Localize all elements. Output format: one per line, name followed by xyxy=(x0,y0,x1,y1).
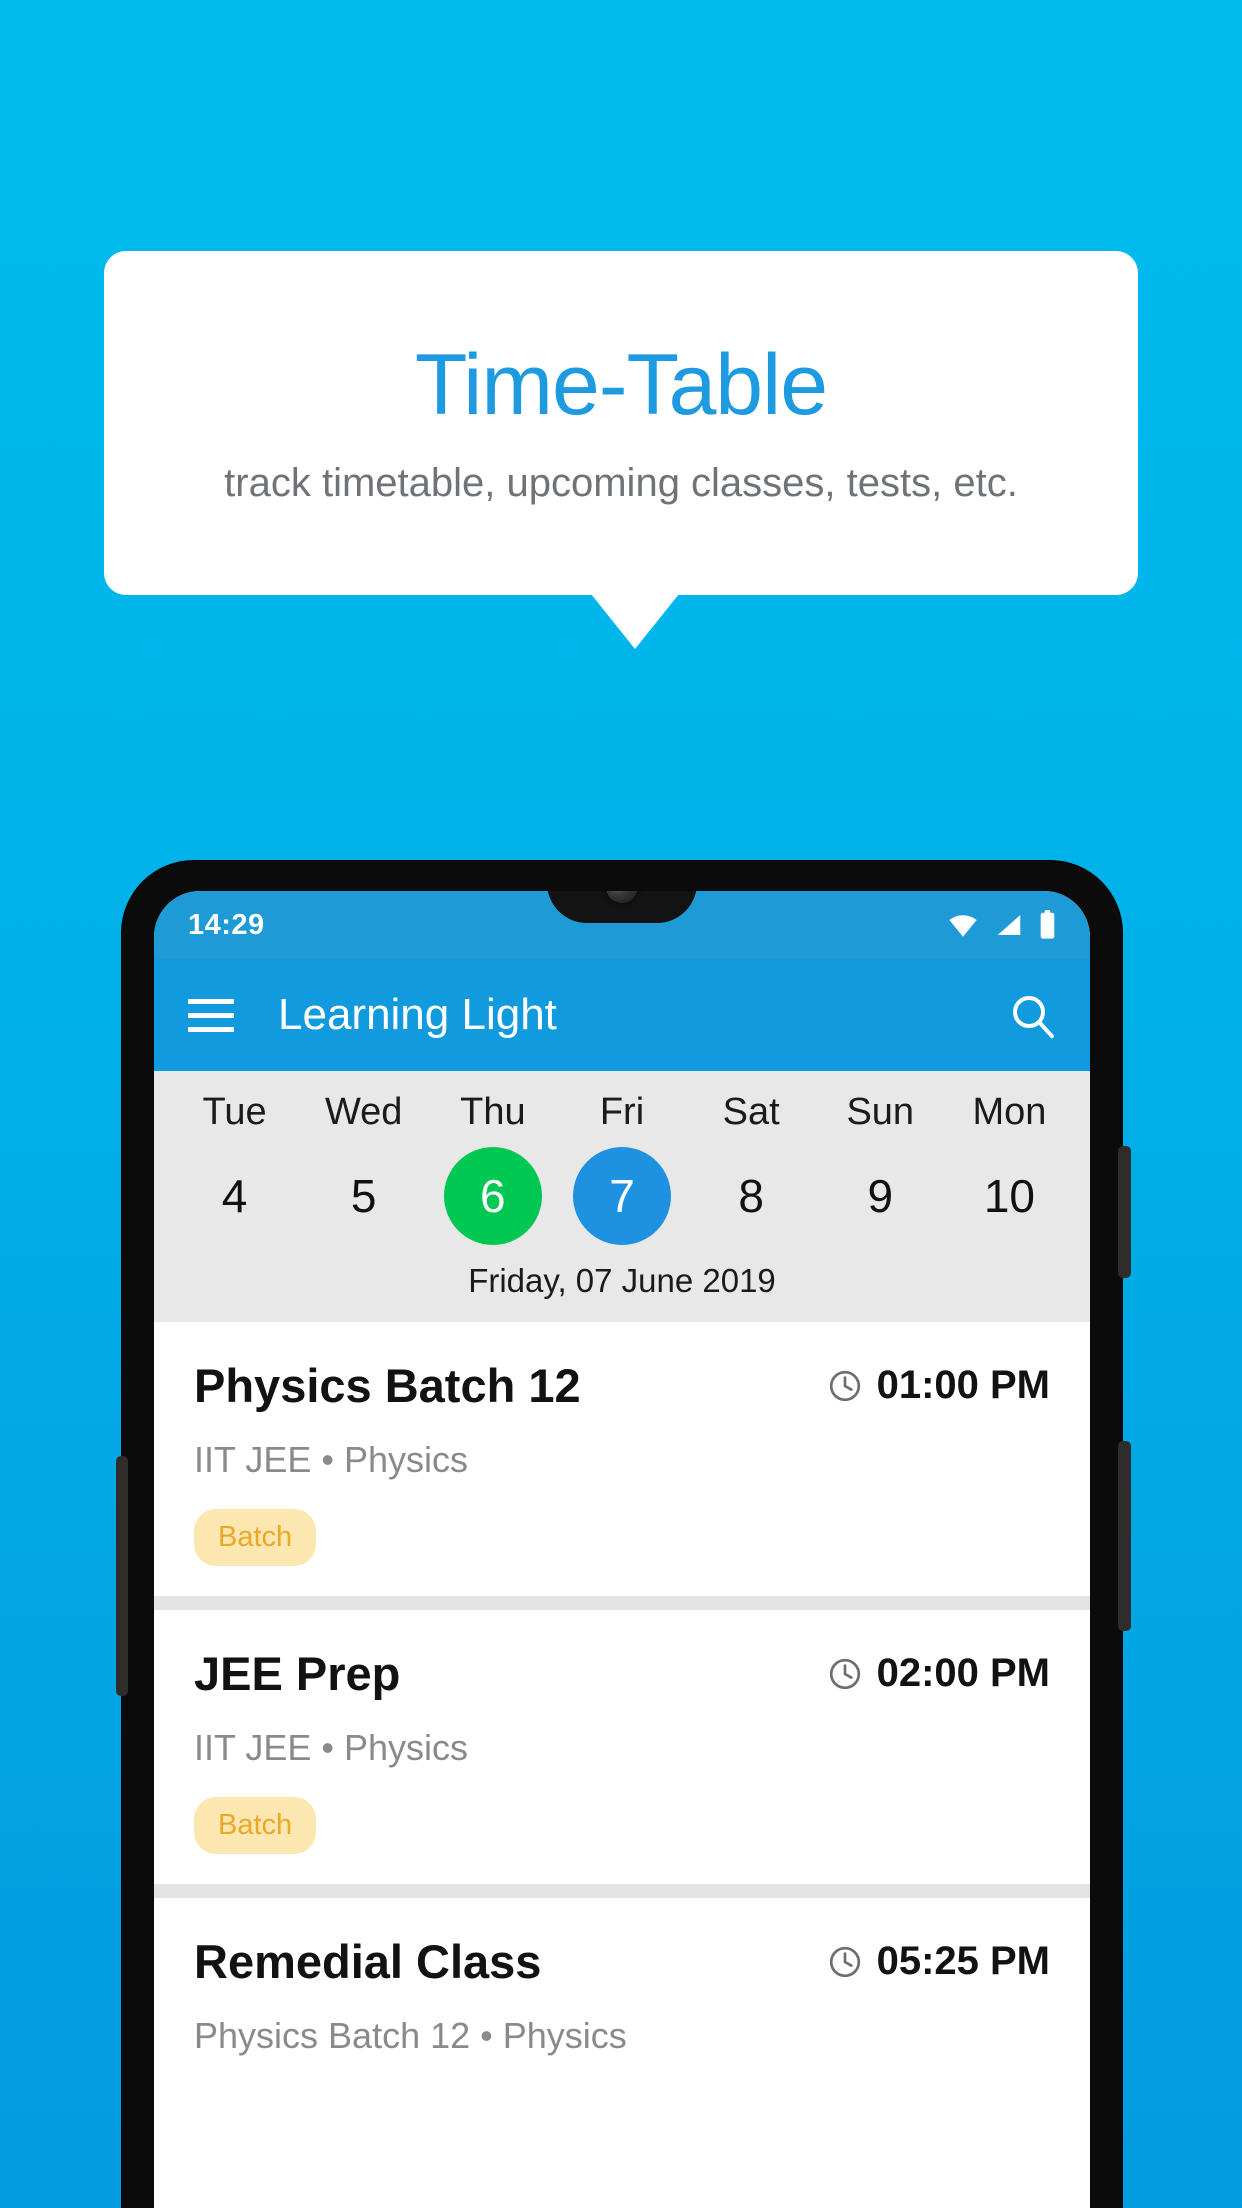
app-title: Learning Light xyxy=(278,990,557,1039)
class-time: 02:00 PM xyxy=(827,1651,1050,1696)
volume-button[interactable] xyxy=(1118,1441,1131,1631)
weekday-label: Mon xyxy=(972,1091,1047,1133)
date-number: 9 xyxy=(867,1170,894,1222)
date-cell[interactable]: 10 xyxy=(945,1144,1074,1248)
weekday-label: Sun xyxy=(846,1091,915,1133)
class-time-text: 01:00 PM xyxy=(876,1363,1050,1407)
status-badge: Batch xyxy=(194,1797,317,1854)
weekday-row: Tue Wed Thu Fri Sat Sun Mon xyxy=(154,1091,1090,1144)
date-number: 7 xyxy=(572,1147,671,1245)
class-card-header: Remedial Class 05:25 PM xyxy=(194,1934,1050,1989)
date-number: 4 xyxy=(221,1170,248,1222)
phone-mockup: 14:29 Learning Light Tue Wed Thu Fri Sat… xyxy=(116,861,1131,2208)
weekday-label: Tue xyxy=(202,1091,267,1133)
clock-icon xyxy=(829,1946,860,1977)
date-cell[interactable]: 5 xyxy=(299,1144,428,1248)
date-number: 10 xyxy=(983,1170,1035,1222)
app-bar: Learning Light xyxy=(154,959,1090,1071)
power-button[interactable] xyxy=(1118,1146,1131,1278)
date-number: 8 xyxy=(738,1170,764,1222)
date-cell[interactable]: 8 xyxy=(687,1144,816,1248)
hamburger-menu-icon[interactable] xyxy=(188,998,234,1032)
status-time: 14:29 xyxy=(188,908,265,941)
page-title: Time-Table xyxy=(414,337,828,434)
status-icons xyxy=(947,910,1056,940)
search-icon[interactable] xyxy=(1008,991,1056,1039)
list-item[interactable]: Remedial Class 05:25 PM Physics Batch 12… xyxy=(154,1898,1090,2087)
promo-card: Time-Table track timetable, upcoming cla… xyxy=(104,251,1138,595)
class-card-header: JEE Prep 02:00 PM xyxy=(194,1646,1050,1701)
class-time-text: 05:25 PM xyxy=(876,1939,1050,1983)
class-title: JEE Prep xyxy=(194,1647,401,1700)
class-time: 01:00 PM xyxy=(827,1363,1050,1408)
class-subtitle: IIT JEE • Physics xyxy=(194,1439,469,1480)
date-number-row: 4 5 6 7 8 9 10 xyxy=(154,1144,1090,1248)
class-subtitle: Physics Batch 12 • Physics xyxy=(194,2015,627,2056)
class-title: Physics Batch 12 xyxy=(194,1359,581,1412)
class-subtitle: IIT JEE • Physics xyxy=(194,1727,469,1768)
front-camera-icon xyxy=(606,891,638,903)
list-item[interactable]: Physics Batch 12 01:00 PM IIT JEE • Phys… xyxy=(154,1322,1090,1596)
clock-icon xyxy=(829,1370,860,1401)
date-cell[interactable]: 4 xyxy=(170,1144,299,1248)
signal-icon xyxy=(997,915,1021,935)
side-key-button[interactable] xyxy=(116,1456,128,1696)
status-bar: 14:29 xyxy=(154,891,1090,959)
camera-notch xyxy=(547,891,697,923)
date-number: 6 xyxy=(443,1147,542,1245)
class-list: Physics Batch 12 01:00 PM IIT JEE • Phys… xyxy=(154,1322,1090,2087)
date-cell-today[interactable]: 6 xyxy=(428,1144,557,1248)
class-time: 05:25 PM xyxy=(827,1939,1050,1984)
weekday-label: Thu xyxy=(460,1091,526,1133)
weekday-label: Fri xyxy=(599,1091,645,1133)
class-title: Remedial Class xyxy=(194,1935,542,1988)
selected-date-label: Friday, 07 June 2019 xyxy=(468,1262,776,1299)
wifi-icon xyxy=(949,915,977,937)
phone-screen: 14:29 Learning Light Tue Wed Thu Fri Sat… xyxy=(154,891,1090,2208)
battery-icon xyxy=(1040,910,1055,939)
page-subtitle: track timetable, upcoming classes, tests… xyxy=(224,460,1018,505)
list-item[interactable]: JEE Prep 02:00 PM IIT JEE • Physics Batc… xyxy=(154,1610,1090,1884)
class-card-header: Physics Batch 12 01:00 PM xyxy=(194,1358,1050,1413)
status-badge: Batch xyxy=(194,1509,317,1566)
date-strip: Tue Wed Thu Fri Sat Sun Mon 4 5 6 7 8 9 … xyxy=(154,1071,1090,1322)
date-number: 5 xyxy=(350,1170,377,1222)
speech-bubble-tail xyxy=(591,594,679,649)
class-time-text: 02:00 PM xyxy=(876,1651,1050,1695)
clock-icon xyxy=(829,1658,860,1689)
weekday-label: Sat xyxy=(722,1091,780,1133)
date-cell-selected[interactable]: 7 xyxy=(557,1144,686,1248)
weekday-label: Wed xyxy=(324,1091,403,1133)
date-cell[interactable]: 9 xyxy=(816,1144,945,1248)
